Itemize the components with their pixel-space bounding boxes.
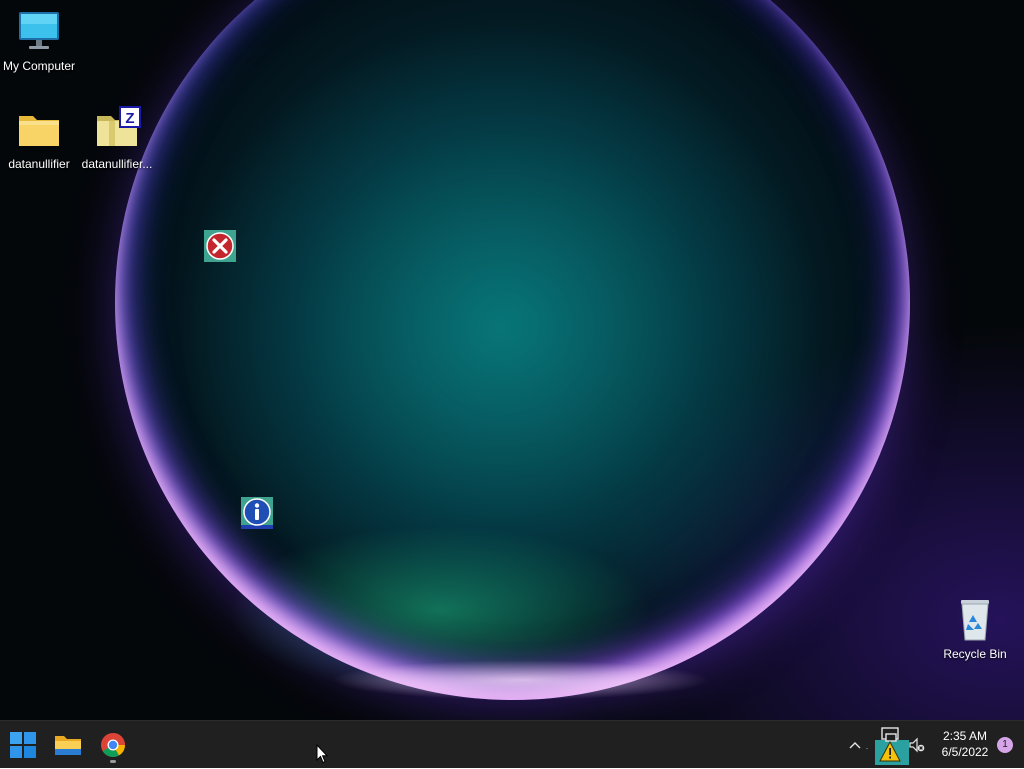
clock-date: 6/5/2022 (941, 745, 989, 759)
start-button[interactable] (3, 725, 43, 765)
chrome-button[interactable] (93, 725, 133, 765)
notification-badge[interactable]: 1 (997, 737, 1013, 753)
desktop-icon-datanullifier-zip[interactable]: Z datanullifier... (78, 106, 156, 171)
show-hidden-icons-button[interactable] (846, 721, 864, 769)
zip-folder-icon: Z (93, 106, 141, 154)
desktop-icon-datanullifier-folder[interactable]: datanullifier (0, 106, 78, 171)
desktop: My Computer datanullifier Z datanullifie… (0, 0, 1024, 720)
clock[interactable]: 2:35 AM 6/5/2022 (934, 728, 996, 760)
folder-icon (15, 106, 63, 154)
desktop-icon-label: datanullifier... (81, 157, 153, 171)
clock-time: 2:35 AM (942, 729, 988, 743)
error-icon[interactable] (204, 230, 236, 262)
tray-dot: · (865, 742, 869, 753)
desktop-icon-label: Recycle Bin (943, 647, 1007, 661)
wallpaper-glow (330, 660, 710, 700)
desktop-icon-label: datanullifier (8, 157, 70, 171)
desktop-icon-my-computer[interactable]: My Computer (0, 8, 78, 73)
wallpaper-bloom (115, 0, 910, 700)
svg-text:Z: Z (125, 110, 134, 127)
desktop-icon-label: My Computer (2, 59, 76, 73)
file-explorer-button[interactable] (48, 725, 88, 765)
desktop-icon-recycle-bin[interactable]: Recycle Bin (936, 596, 1014, 661)
network-button[interactable] (874, 721, 910, 769)
info-icon[interactable] (241, 497, 273, 529)
volume-button[interactable] (908, 721, 926, 769)
monitor-icon (15, 8, 63, 56)
windows-start-icon (10, 732, 36, 758)
mouse-cursor-icon (316, 744, 328, 764)
chrome-icon (101, 733, 125, 758)
taskbar: · 2:35 AM 6/5/2022 1 (0, 720, 1024, 768)
volume-muted-icon (909, 737, 925, 753)
file-explorer-icon (55, 736, 81, 755)
network-icon (875, 727, 909, 765)
chevron-up-icon (849, 742, 861, 749)
recycle-bin-icon (951, 596, 999, 644)
running-indicator (110, 760, 116, 763)
